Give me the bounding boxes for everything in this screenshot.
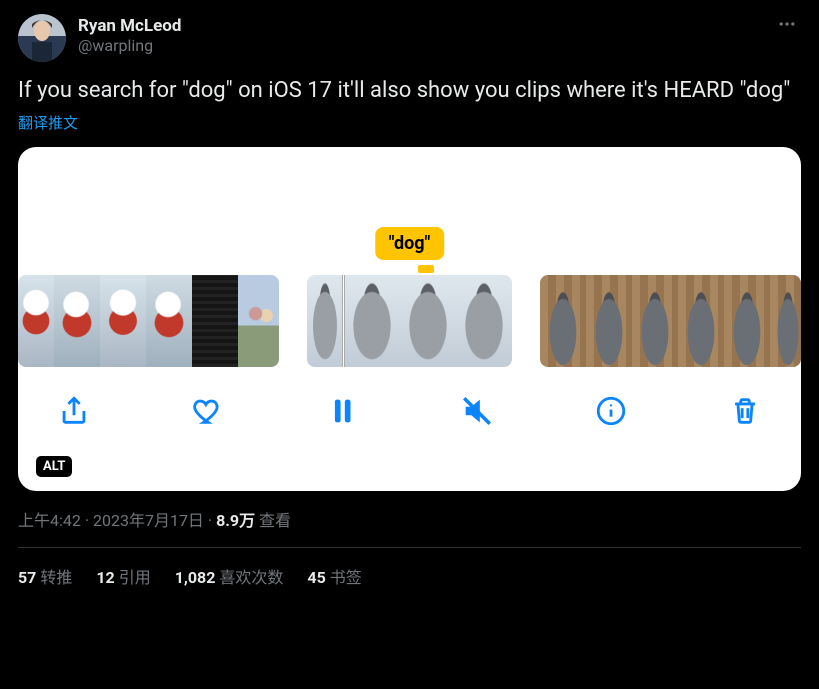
display-name: Ryan McLeod [78,16,181,36]
trash-icon[interactable] [725,391,765,431]
tweet-time: 上午4:42 [18,511,81,530]
avatar[interactable] [18,14,66,62]
bookmarks-stat[interactable]: 45书签 [307,564,361,588]
tweet-date: 2023年7月17日 [93,511,204,530]
thumbnail [307,275,343,367]
author-names[interactable]: Ryan McLeod @warpling [78,16,181,56]
thumbnail [18,275,54,367]
thumbnail [632,275,678,367]
info-icon[interactable] [591,391,631,431]
media-top-whitespace: "dog" [18,147,801,275]
quotes-stat[interactable]: 12引用 [96,564,150,588]
thumbnail [192,275,238,367]
clip-group-3[interactable] [540,275,801,367]
video-filmstrip[interactable] [18,275,801,367]
heart-icon[interactable] [188,391,228,431]
share-icon[interactable] [54,391,94,431]
clip-group-2[interactable] [307,275,512,367]
caption-bubble: "dog" [375,227,445,260]
thumbnail [100,275,146,367]
playhead-indicator[interactable] [343,275,344,367]
engagement-stats: 57转推 12引用 1,082喜欢次数 45书签 [18,548,801,588]
views-label: 查看 [255,511,291,530]
clip-gap [279,275,307,367]
thumbnail [770,275,801,367]
user-handle: @warpling [78,36,181,56]
thumbnail [146,275,192,367]
caption-marker [418,265,434,273]
translate-link[interactable]: 翻译推文 [18,112,78,133]
thumbnail [724,275,770,367]
thumbnail [678,275,724,367]
more-options-icon[interactable] [777,14,797,38]
tweet-meta[interactable]: 上午4:42 · 2023年7月17日 · 8.9万 查看 [18,507,801,531]
likes-stat[interactable]: 1,082喜欢次数 [175,564,284,588]
thumbnail [54,275,100,367]
retweets-stat[interactable]: 57转推 [18,564,72,588]
media-attachment[interactable]: "dog" [18,147,801,491]
clip-gap [512,275,540,367]
thumbnail [400,275,456,367]
views-count: 8.9万 [216,511,255,530]
thumbnail [540,275,586,367]
clip-group-1[interactable] [18,275,279,367]
pause-icon[interactable] [322,391,362,431]
media-toolbar [18,367,801,455]
thumbnail [456,275,512,367]
thumbnail [238,275,279,367]
tweet-container: Ryan McLeod @warpling If you search for … [0,0,819,588]
thumbnail [344,275,400,367]
tweet-text: If you search for "dog" on iOS 17 it'll … [18,76,801,106]
thumbnail [586,275,632,367]
tweet-header: Ryan McLeod @warpling [18,14,801,62]
mute-icon[interactable] [457,391,497,431]
alt-badge[interactable]: ALT [36,456,72,477]
